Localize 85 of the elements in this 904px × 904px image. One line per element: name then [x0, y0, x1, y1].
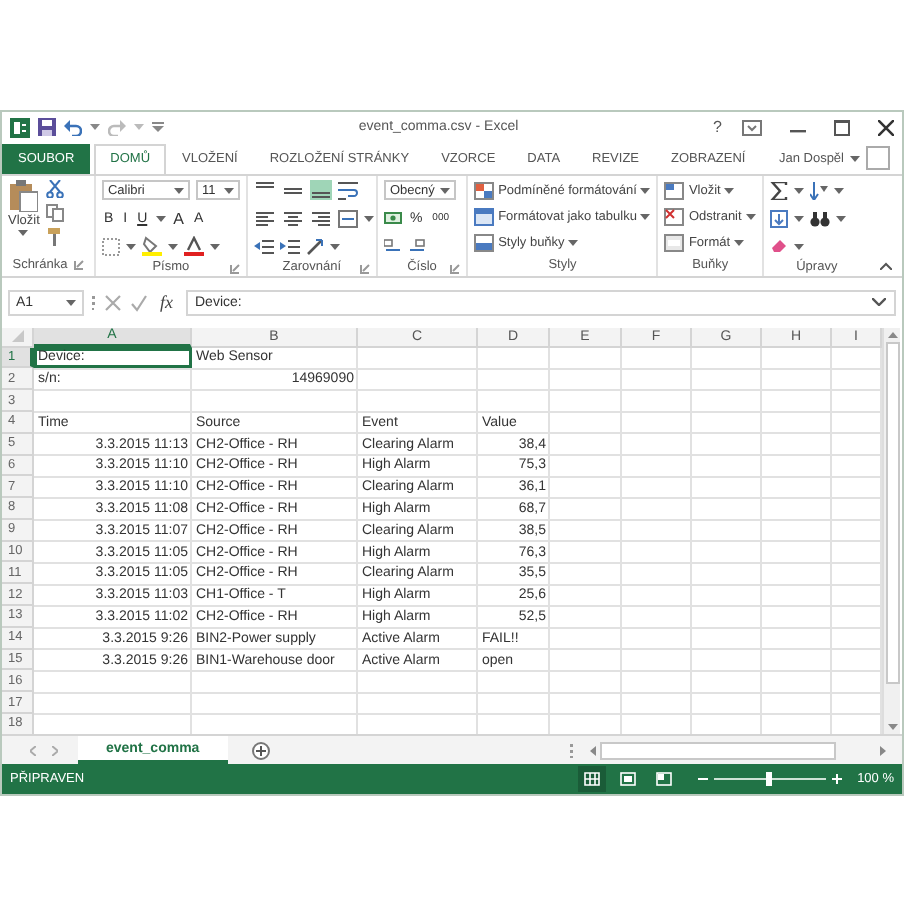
- orientation-icon[interactable]: [305, 237, 324, 256]
- fill-icon[interactable]: [769, 209, 788, 228]
- launcher-icon[interactable]: [359, 263, 370, 274]
- caret-icon[interactable]: [66, 299, 76, 306]
- borders-icon[interactable]: [101, 237, 120, 256]
- caret-icon[interactable]: [363, 215, 374, 222]
- autosum-icon[interactable]: [769, 181, 788, 200]
- caret-icon[interactable]: [640, 213, 651, 220]
- insert-cells-icon: [664, 181, 685, 200]
- launcher-icon[interactable]: [73, 260, 84, 271]
- decrease-indent-icon[interactable]: [253, 238, 274, 255]
- launcher-icon[interactable]: [450, 263, 461, 274]
- caret-icon[interactable]: [439, 187, 450, 194]
- caret-icon[interactable]: [734, 239, 745, 246]
- caret-icon[interactable]: [850, 155, 860, 162]
- vertical-scrollbar[interactable]: [882, 327, 900, 735]
- caret-icon[interactable]: [745, 213, 756, 220]
- close-icon[interactable]: [878, 119, 894, 136]
- excel-logo-icon[interactable]: [10, 117, 30, 138]
- bottom-align-button[interactable]: [309, 180, 332, 201]
- ribbon-display-icon[interactable]: [742, 119, 762, 136]
- zoom-slider-thumb[interactable]: [766, 772, 773, 787]
- launcher-icon[interactable]: [229, 263, 240, 274]
- format-cells-icon: [664, 233, 685, 252]
- collapse-ribbon-icon[interactable]: [880, 261, 892, 270]
- page-icon: [619, 772, 636, 787]
- scroll-right-icon[interactable]: [880, 745, 886, 756]
- clear-icon[interactable]: [769, 238, 788, 255]
- align-lines-icon: [255, 210, 274, 227]
- caret-icon[interactable]: [793, 187, 804, 194]
- caret-icon[interactable]: [223, 187, 234, 194]
- align-right-button[interactable]: [309, 208, 332, 229]
- copy-icon[interactable]: [45, 203, 64, 222]
- normal-view-button[interactable]: [577, 766, 606, 793]
- fill-color-icon[interactable]: [141, 236, 162, 257]
- center-button[interactable]: [281, 208, 304, 229]
- horizontal-scrollbar[interactable]: [600, 741, 836, 760]
- caret-icon[interactable]: [18, 229, 29, 236]
- grid-icon: [583, 772, 600, 787]
- caret-icon[interactable]: [173, 187, 184, 194]
- zoom-in-icon[interactable]: [831, 774, 842, 785]
- caret-icon[interactable]: [833, 187, 844, 194]
- merge-icon[interactable]: [337, 209, 358, 228]
- font-color-icon[interactable]: [183, 236, 204, 257]
- clipboard-icon: [9, 179, 38, 212]
- align-lines-icon: [311, 210, 330, 227]
- align-lines-icon: [283, 182, 302, 199]
- align-left-button[interactable]: [253, 208, 276, 229]
- find-icon[interactable]: [809, 209, 830, 228]
- delete-cells-icon: [664, 207, 685, 226]
- expand-icon[interactable]: [872, 298, 886, 307]
- table-format-icon: [474, 207, 495, 226]
- cell-styles-icon: [474, 233, 495, 252]
- decrease-decimal-icon[interactable]: [407, 238, 426, 255]
- undo-icon[interactable]: [64, 119, 82, 136]
- page-corner-icon: [655, 772, 672, 787]
- format-painter-icon[interactable]: [45, 227, 64, 246]
- caret-icon[interactable]: [155, 215, 166, 222]
- grow-font-button[interactable]: A: [171, 209, 186, 228]
- currency-icon[interactable]: [383, 210, 402, 227]
- caret-icon[interactable]: [90, 124, 100, 131]
- caret-icon[interactable]: [167, 243, 178, 250]
- increase-indent-icon[interactable]: [279, 238, 300, 255]
- align-lines-icon: [283, 210, 302, 227]
- maximize-icon[interactable]: [834, 119, 850, 136]
- caret-icon[interactable]: [835, 215, 846, 222]
- caret-icon[interactable]: [640, 187, 651, 194]
- caret-icon[interactable]: [724, 187, 735, 194]
- customize-icon[interactable]: [152, 122, 164, 133]
- increase-decimal-icon[interactable]: [383, 238, 402, 255]
- save-icon[interactable]: [38, 118, 56, 137]
- conditional-format-icon: [474, 181, 495, 200]
- caret-icon[interactable]: [568, 239, 579, 246]
- new-sheet-icon[interactable]: [251, 741, 270, 760]
- caret-icon[interactable]: [329, 243, 340, 250]
- caret-icon[interactable]: [125, 243, 136, 250]
- caret-icon[interactable]: [793, 215, 804, 222]
- sort-filter-icon[interactable]: [809, 181, 828, 200]
- caret-icon[interactable]: [209, 243, 220, 250]
- caret-icon[interactable]: [793, 243, 804, 250]
- scroll-left-icon[interactable]: [590, 745, 596, 756]
- cut-icon[interactable]: [45, 179, 64, 198]
- insert-function-button[interactable]: fx: [156, 292, 177, 313]
- help-button[interactable]: ?: [713, 118, 722, 137]
- wrap-text-icon[interactable]: [337, 181, 358, 200]
